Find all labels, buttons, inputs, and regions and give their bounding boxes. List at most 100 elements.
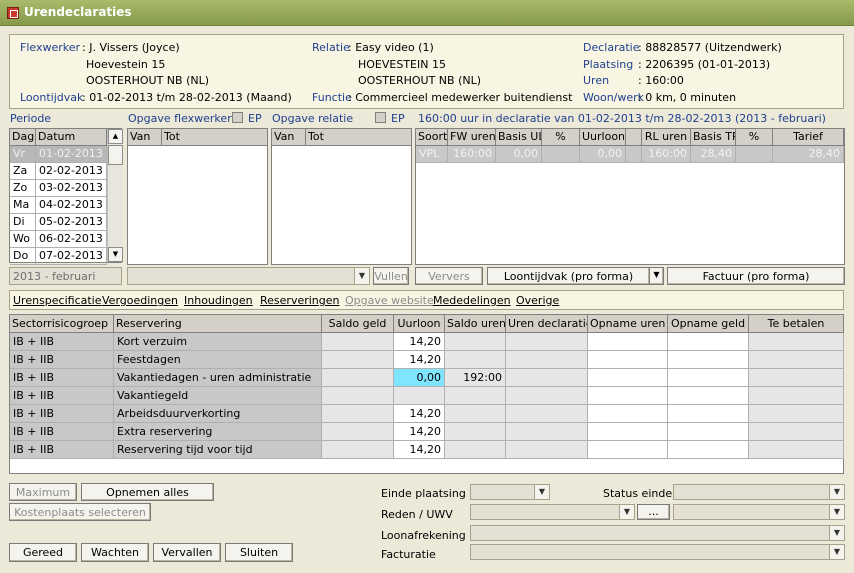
declaratie-col-header[interactable]: % bbox=[542, 129, 580, 146]
opgave-select[interactable]: ▼ bbox=[127, 267, 370, 285]
reserveringen-cell[interactable] bbox=[322, 333, 394, 351]
verversen-button[interactable]: Ververs bbox=[415, 267, 483, 285]
reserveringen-cell[interactable] bbox=[394, 387, 445, 405]
tab-mededelingen[interactable]: Mededelingen bbox=[433, 294, 511, 307]
opgave-flexwerker-grid[interactable]: Van Tot bbox=[127, 128, 268, 265]
reserveringen-cell[interactable] bbox=[588, 351, 668, 369]
col-tot[interactable]: Tot bbox=[162, 129, 268, 146]
periode-grid[interactable]: Dag Datum Vr 01-02-2013 Za 02-02-2013 Zo 03-0… bbox=[9, 128, 123, 265]
maximum-button[interactable]: Maximum bbox=[9, 483, 77, 501]
reserveringen-cell[interactable] bbox=[322, 441, 394, 459]
reserveringen-cell[interactable]: 14,20 bbox=[394, 423, 445, 441]
factuur-button[interactable]: Factuur (pro forma) bbox=[667, 267, 845, 285]
declaratie-col-header[interactable]: RL uren bbox=[642, 129, 691, 146]
declaratie-col-header[interactable]: Soort bbox=[416, 129, 448, 146]
declaratie-col-header[interactable]: Basis UL bbox=[496, 129, 542, 146]
declaratie-cell[interactable]: 160:00 bbox=[642, 146, 691, 163]
periode-dag-cell[interactable]: Vr bbox=[10, 146, 36, 163]
periode-datum-cell[interactable]: 05-02-2013 bbox=[36, 214, 107, 231]
reserveringen-cell[interactable] bbox=[668, 441, 749, 459]
periode-dag-cell[interactable]: Ma bbox=[10, 197, 36, 214]
reserveringen-cell[interactable]: Arbeidsduurverkorting bbox=[114, 405, 322, 423]
reserveringen-cell[interactable] bbox=[668, 369, 749, 387]
periode-dag-cell[interactable]: Do bbox=[10, 248, 36, 265]
loontijdvak-button[interactable]: Loontijdvak (pro forma) bbox=[487, 267, 650, 285]
reserveringen-cell[interactable]: 14,20 bbox=[394, 351, 445, 369]
reserveringen-col-header[interactable]: Te betalen bbox=[749, 315, 844, 333]
loonafrekening-select[interactable]: ▼ bbox=[470, 525, 845, 541]
declaratie-cell[interactable]: 160:00 bbox=[448, 146, 496, 163]
reserveringen-cell[interactable] bbox=[749, 333, 844, 351]
reserveringen-cell[interactable] bbox=[749, 441, 844, 459]
periode-datum-cell[interactable]: 07-02-2013 bbox=[36, 248, 107, 265]
ep-flexwerker-checkbox[interactable] bbox=[232, 112, 243, 123]
reserveringen-col-header[interactable]: Opname uren bbox=[588, 315, 668, 333]
reserveringen-cell[interactable]: Extra reservering bbox=[114, 423, 322, 441]
chevron-down-icon[interactable]: ▼ bbox=[829, 505, 844, 519]
opgave-relatie-grid[interactable]: Van Tot bbox=[271, 128, 412, 265]
reden-uwv-select[interactable]: ▼ bbox=[470, 504, 635, 520]
reserveringen-cell[interactable]: IB + IIB bbox=[10, 369, 114, 387]
declaratie-cell[interactable] bbox=[736, 146, 773, 163]
tab-inhoudingen[interactable]: Inhoudingen bbox=[184, 294, 253, 307]
reserveringen-cell[interactable]: Vakantiegeld bbox=[114, 387, 322, 405]
declaratie-col-header[interactable]: FW uren bbox=[448, 129, 496, 146]
periode-datum-cell[interactable]: 03-02-2013 bbox=[36, 180, 107, 197]
reserveringen-cell[interactable] bbox=[445, 351, 506, 369]
facturatie-select[interactable]: ▼ bbox=[470, 544, 845, 560]
declaratie-cell[interactable]: 28,40 bbox=[773, 146, 844, 163]
reserveringen-cell[interactable] bbox=[588, 441, 668, 459]
reserveringen-cell[interactable] bbox=[445, 423, 506, 441]
reserveringen-cell[interactable]: IB + IIB bbox=[10, 441, 114, 459]
reserveringen-cell[interactable]: 0,00 bbox=[394, 369, 445, 387]
reserveringen-cell[interactable]: IB + IIB bbox=[10, 333, 114, 351]
tab-opgave-website[interactable]: Opgave website bbox=[345, 294, 434, 307]
reserveringen-cell[interactable] bbox=[322, 423, 394, 441]
reserveringen-cell[interactable] bbox=[506, 333, 588, 351]
opnemen-alles-button[interactable]: Opnemen alles bbox=[81, 483, 214, 501]
reserveringen-col-header[interactable]: Uurloon bbox=[394, 315, 445, 333]
reserveringen-col-header[interactable]: Sectorrisicogroep bbox=[10, 315, 114, 333]
reserveringen-cell[interactable] bbox=[749, 387, 844, 405]
reserveringen-cell[interactable] bbox=[445, 333, 506, 351]
reserveringen-cell[interactable] bbox=[588, 405, 668, 423]
declaratie-col-header[interactable]: Tarief bbox=[773, 129, 844, 146]
col-tot[interactable]: Tot bbox=[306, 129, 412, 146]
reserveringen-cell[interactable] bbox=[749, 369, 844, 387]
reserveringen-cell[interactable] bbox=[588, 423, 668, 441]
sluiten-button[interactable]: Sluiten bbox=[225, 543, 293, 562]
window-icon[interactable] bbox=[7, 7, 19, 19]
scroll-thumb[interactable] bbox=[108, 145, 123, 165]
vervallen-button[interactable]: Vervallen bbox=[153, 543, 221, 562]
declaratie-col-header[interactable]: % bbox=[736, 129, 773, 146]
reserveringen-cell[interactable]: Reservering tijd voor tijd bbox=[114, 441, 322, 459]
periode-dag-cell[interactable]: Za bbox=[10, 163, 36, 180]
tab-vergoedingen[interactable]: Vergoedingen bbox=[102, 294, 178, 307]
chevron-down-icon[interactable]: ▼ bbox=[829, 485, 844, 499]
chevron-down-icon[interactable]: ▼ bbox=[354, 268, 369, 284]
reserveringen-cell[interactable] bbox=[506, 423, 588, 441]
reserveringen-cell[interactable] bbox=[668, 333, 749, 351]
declaratie-col-header[interactable]: Uurloon bbox=[580, 129, 626, 146]
chevron-down-icon[interactable]: ▼ bbox=[619, 505, 634, 519]
reserveringen-col-header[interactable]: Saldo geld bbox=[322, 315, 394, 333]
reserveringen-cell[interactable] bbox=[322, 351, 394, 369]
reserveringen-col-header[interactable]: Uren declaratie bbox=[506, 315, 588, 333]
reserveringen-col-header[interactable]: Saldo uren bbox=[445, 315, 506, 333]
periode-datum-cell[interactable]: 01-02-2013 bbox=[36, 146, 107, 163]
reserveringen-cell[interactable] bbox=[322, 387, 394, 405]
reden-ellipsis-button[interactable]: ... bbox=[637, 504, 670, 520]
declaratie-cell[interactable] bbox=[542, 146, 580, 163]
periode-dag-cell[interactable]: Wo bbox=[10, 231, 36, 248]
declaratie-cell[interactable] bbox=[626, 146, 642, 163]
reserveringen-cell[interactable]: IB + IIB bbox=[10, 405, 114, 423]
reserveringen-cell[interactable]: 14,20 bbox=[394, 441, 445, 459]
declaratie-cell[interactable]: 28,40 bbox=[691, 146, 736, 163]
reserveringen-cell[interactable] bbox=[506, 387, 588, 405]
reserveringen-cell[interactable] bbox=[506, 405, 588, 423]
reserveringen-cell[interactable]: 14,20 bbox=[394, 405, 445, 423]
reserveringen-cell[interactable]: IB + IIB bbox=[10, 351, 114, 369]
reserveringen-cell[interactable] bbox=[668, 405, 749, 423]
periode-datum-cell[interactable]: 04-02-2013 bbox=[36, 197, 107, 214]
reserveringen-cell[interactable]: 192:00 bbox=[445, 369, 506, 387]
